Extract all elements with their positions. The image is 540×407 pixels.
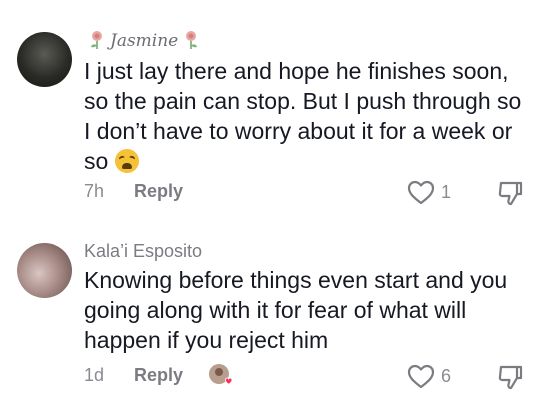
comment-text-content: I just lay there and hope he finishes so…	[84, 58, 522, 174]
reply-button[interactable]: Reply	[134, 181, 183, 202]
heart-icon	[407, 180, 435, 205]
comment-meta: 1d Reply 6	[84, 363, 524, 391]
comment-username[interactable]: Kala’i Esposito	[84, 241, 202, 262]
like-count: 6	[441, 366, 452, 386]
comment-meta: 7h Reply 1	[84, 179, 524, 207]
weary-face-emoji	[114, 149, 139, 173]
rose-icon	[186, 31, 198, 49]
dislike-icon[interactable]	[496, 363, 524, 391]
username-text: Jasmine	[110, 31, 179, 51]
comment-time: 7h	[84, 181, 105, 201]
avatar[interactable]	[17, 32, 72, 87]
reply-button[interactable]: Reply	[134, 365, 183, 386]
rose-icon	[91, 31, 102, 49]
comment-time: 1d	[84, 365, 105, 385]
heart-icon	[407, 364, 435, 389]
avatar[interactable]	[17, 243, 72, 298]
comment-text: I just lay there and hope he finishes so…	[84, 56, 524, 176]
comment-item: Kala’i Esposito Knowing before things ev…	[0, 232, 540, 402]
creator-liked-icon	[209, 364, 233, 385]
like-button[interactable]: 6	[407, 363, 467, 391]
like-button[interactable]: 1	[407, 179, 467, 207]
dislike-icon[interactable]	[496, 179, 524, 207]
like-count: 1	[441, 182, 452, 202]
comment-item: Jasmine I just lay there and hope he fin…	[0, 22, 540, 212]
comment-username[interactable]: Jasmine	[84, 30, 204, 51]
comment-text: Knowing before things even start and you…	[84, 267, 508, 353]
